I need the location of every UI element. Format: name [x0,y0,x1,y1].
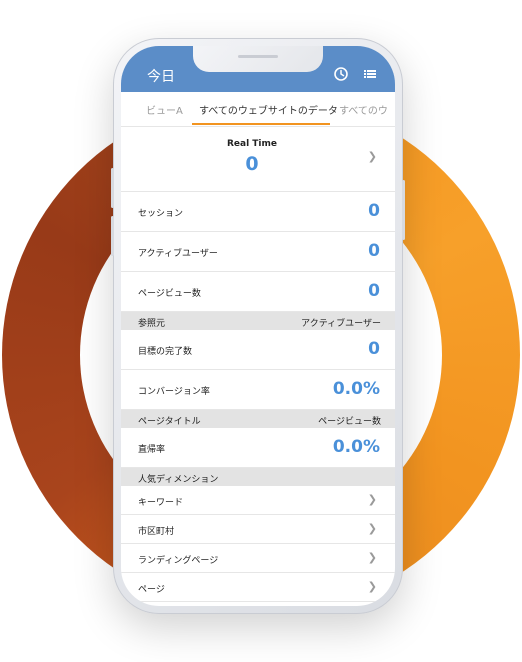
metric-value: 0.0% [332,379,380,399]
realtime-card[interactable]: Real Time 0 ❯ [121,127,395,192]
section-title: 人気ディメンション [138,475,219,485]
phone-screen: 今日 ビューA すべてのウェブサイトのデータ すべてのウ Real Time 0… [121,46,395,606]
phone-side-button [111,216,114,256]
metric-label: ページビュー数 [138,289,201,299]
chevron-right-icon: ❯ [367,493,377,506]
dimension-item-landing-page[interactable]: ランディングページ ❯ [121,544,395,573]
speaker-grille [238,55,278,58]
phone-power-button [402,180,405,240]
chevron-right-icon: ❯ [367,522,377,535]
metric-value: 0 [368,201,380,221]
chevron-right-icon: ❯ [367,551,377,564]
phone-side-button [111,168,114,208]
dimension-item-keyword[interactable]: キーワード ❯ [121,486,395,515]
header-title: 今日 [147,69,175,85]
section-header-popular-dimensions: 人気ディメンション [121,468,395,486]
phone-notch [193,46,323,72]
metric-label: 目標の完了数 [138,347,193,357]
metric-row-pageviews: ページビュー数 0 [121,272,395,312]
metric-row-bounce-rate: 直帰率 0.0% [121,428,395,468]
dimension-label: ランディングページ [138,556,219,566]
section-header-page-title: ページタイトル ページビュー数 [121,410,395,428]
dimension-label: ページ [138,585,165,595]
dimension-item-page[interactable]: ページ ❯ [121,573,395,602]
metric-row-sessions: セッション 0 [121,192,395,232]
metric-label: 直帰率 [138,445,166,455]
dimension-item-city[interactable]: 市区町村 ❯ [121,515,395,544]
tab-bar: ビューA すべてのウェブサイトのデータ すべてのウ [121,92,395,127]
dimension-label: 市区町村 [138,527,175,537]
section-column-label: ページビュー数 [318,417,381,427]
section-column-label: アクティブユーザー [301,319,381,329]
metric-label: アクティブユーザー [138,249,218,259]
metric-row-goal-completions: 目標の完了数 0 [121,330,395,370]
tab-view-a[interactable]: ビューA [146,102,183,117]
section-title: 参照元 [138,319,166,329]
section-title: ページタイトル [138,417,201,427]
dimension-label: キーワード [138,498,184,508]
metric-value: 0.0% [332,437,380,457]
clock-icon[interactable] [333,66,349,82]
metric-value: 0 [368,241,380,261]
realtime-label: Real Time [226,139,278,149]
metric-label: コンバージョン率 [138,387,210,397]
realtime-value: 0 [245,153,259,175]
active-tab-indicator [192,123,330,125]
metric-label: セッション [138,209,184,219]
metric-row-active-users: アクティブユーザー 0 [121,232,395,272]
metric-value: 0 [368,339,380,359]
tab-all-website-data[interactable]: すべてのウェブサイトのデータ [199,102,338,117]
dashboard-content: Real Time 0 ❯ セッション 0 アクティブユーザー 0 ページビュー… [121,127,395,602]
section-header-referrer: 参照元 アクティブユーザー [121,312,395,330]
list-icon[interactable] [362,66,378,82]
chevron-right-icon: ❯ [367,580,377,593]
chevron-right-icon: ❯ [367,150,377,163]
metric-row-conversion-rate: コンバージョン率 0.0% [121,370,395,410]
metric-value: 0 [368,281,380,301]
tab-all-website-partial[interactable]: すべてのウ [339,102,388,117]
